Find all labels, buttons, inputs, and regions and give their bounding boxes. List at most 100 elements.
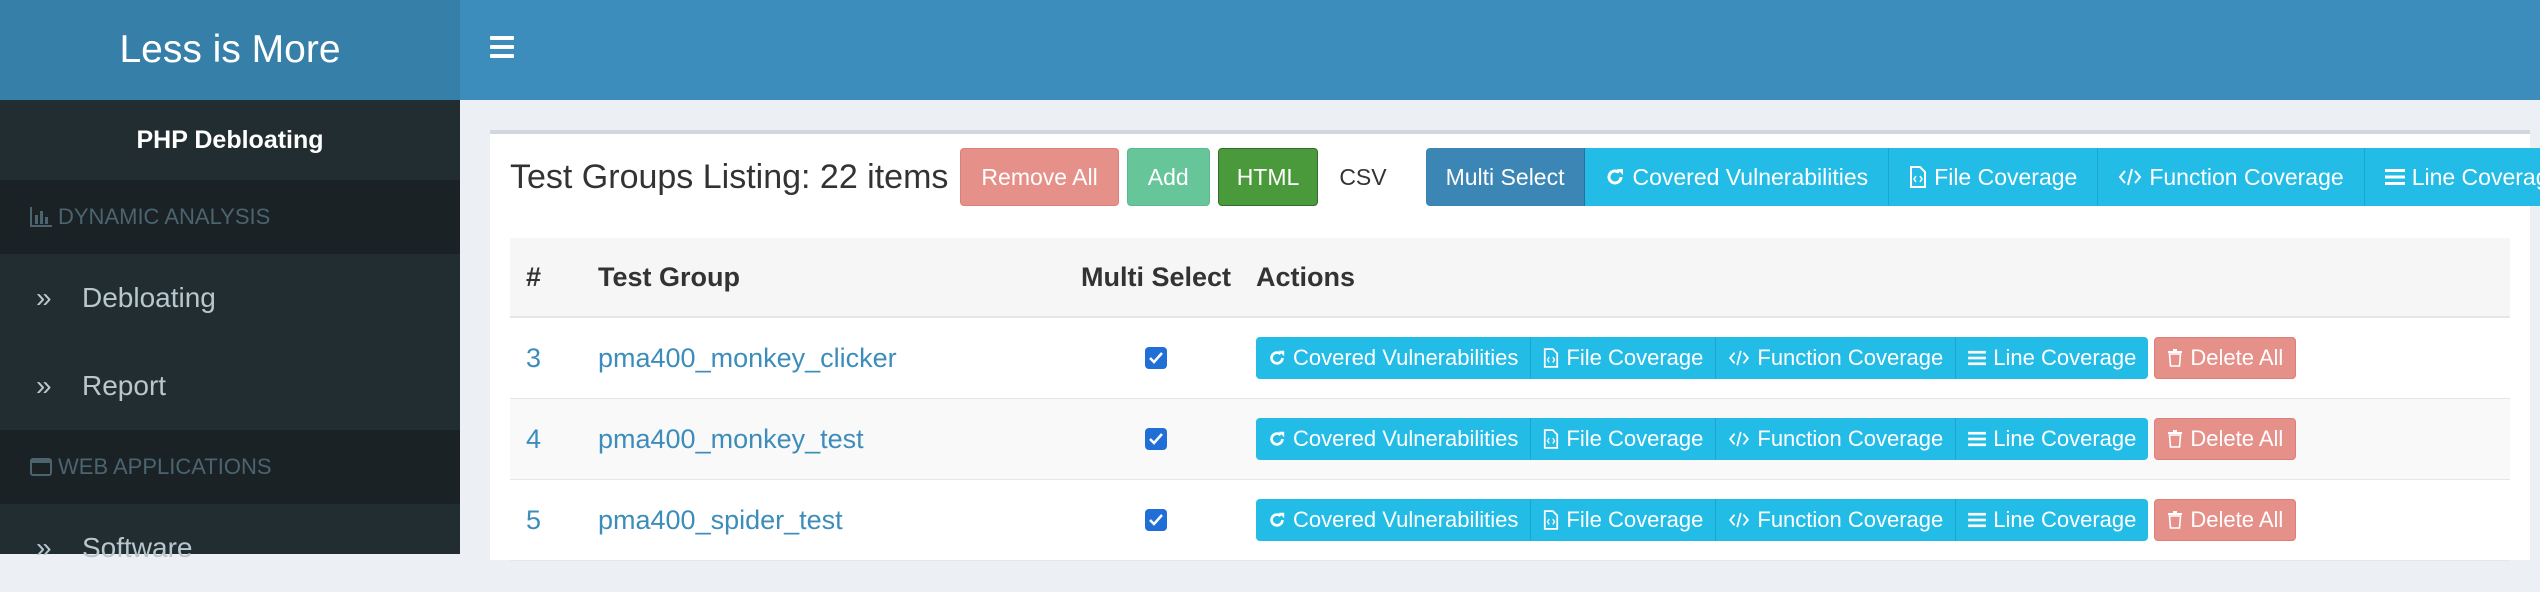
multi-select-checkbox[interactable] <box>1145 347 1167 369</box>
row-action-group: Covered Vulnerabilities File Coverage Func… <box>1256 337 2149 379</box>
line-coverage-button[interactable]: Line Coverage <box>1956 337 2149 379</box>
actions-cell: Covered Vulnerabilities File Coverage Func… <box>1256 337 2297 379</box>
row-action-group: Covered Vulnerabilities File Coverage Func… <box>1256 499 2149 541</box>
hamburger-menu-icon[interactable] <box>490 36 514 62</box>
app-logo[interactable]: Less is More <box>0 0 460 100</box>
table-header: # Test Group Multi Select Actions <box>510 238 2510 318</box>
function-coverage-button[interactable]: Function Coverage <box>1716 337 1957 379</box>
button-label: Function Coverage <box>1757 426 1944 451</box>
button-label: Covered Vulnerabilities <box>1293 426 1519 451</box>
button-label: Multi Select <box>1445 163 1565 190</box>
button-label: Line Coverage <box>1993 345 2137 370</box>
code-icon <box>1729 431 1750 447</box>
test-group-link[interactable]: pma400_spider_test <box>598 505 843 536</box>
top-navbar <box>460 0 2540 100</box>
code-icon <box>1729 350 1750 366</box>
align-justify-icon <box>1968 512 1987 528</box>
refresh-icon <box>1270 350 1285 365</box>
sidebar-header-label: DYNAMIC ANALYSIS <box>58 204 271 229</box>
sidebar-item-label: Debloating <box>82 282 216 313</box>
delete-all-button[interactable]: Delete All <box>2154 337 2297 379</box>
multi-select-checkbox[interactable] <box>1145 509 1167 531</box>
column-header-number: # <box>526 261 542 292</box>
multi-select-checkbox[interactable] <box>1145 428 1167 450</box>
code-icon <box>1729 512 1750 528</box>
file-coverage-button[interactable]: File Coverage <box>1889 148 2099 206</box>
row-id-link[interactable]: 5 <box>526 505 541 536</box>
button-label: Covered Vulnerabilities <box>1632 163 1869 190</box>
button-label: Covered Vulnerabilities <box>1293 345 1519 370</box>
file-coverage-button[interactable]: File Coverage <box>1531 337 1717 379</box>
button-label: Line Coverage <box>2411 163 2540 190</box>
multi-select-button[interactable]: Multi Select <box>1425 148 1586 206</box>
file-coverage-button[interactable]: File Coverage <box>1531 499 1717 541</box>
function-coverage-button[interactable]: Function Coverage <box>2098 148 2365 206</box>
add-button[interactable]: Add <box>1126 148 1210 206</box>
code-icon <box>2119 168 2142 186</box>
html-export-button[interactable]: HTML <box>1217 148 1319 206</box>
sidebar-item-report[interactable]: » Report <box>0 342 460 430</box>
actions-cell: Covered Vulnerabilities File Coverage Func… <box>1256 418 2297 460</box>
file-coverage-button[interactable]: File Coverage <box>1531 418 1717 460</box>
double-chevron-right-icon: » <box>36 370 52 401</box>
button-label: File Coverage <box>1566 507 1704 532</box>
trash-icon <box>2168 430 2183 448</box>
checkmark-icon <box>1149 433 1163 445</box>
line-coverage-button[interactable]: Line Coverage <box>1956 418 2149 460</box>
test-group-link[interactable]: pma400_monkey_test <box>598 424 864 455</box>
file-code-icon <box>1544 510 1559 530</box>
row-action-group: Covered Vulnerabilities File Coverage Func… <box>1256 418 2149 460</box>
refresh-icon <box>1608 169 1624 185</box>
sidebar-item-label: Software <box>82 532 193 563</box>
function-coverage-button[interactable]: Function Coverage <box>1716 418 1957 460</box>
sidebar-header-dynamic-analysis: DYNAMIC ANALYSIS <box>0 180 460 254</box>
sidebar-item-label: Report <box>82 370 167 401</box>
file-code-icon <box>1910 166 1927 188</box>
remove-all-button[interactable]: Remove All <box>960 148 1119 206</box>
covered-vulnerabilities-button[interactable]: Covered Vulnerabilities <box>1256 499 1532 541</box>
button-label: File Coverage <box>1566 426 1704 451</box>
csv-export-button[interactable]: CSV <box>1318 148 1408 206</box>
page-title: Test Groups Listing: 22 items <box>510 157 949 196</box>
delete-all-button[interactable]: Delete All <box>2154 418 2297 460</box>
refresh-icon <box>1270 431 1285 446</box>
line-coverage-button[interactable]: Line Coverage <box>1956 499 2149 541</box>
button-label: Line Coverage <box>1993 507 2137 532</box>
table-row: 4 pma400_monkey_test Covered Vulnerabiliti… <box>510 399 2510 480</box>
button-label: File Coverage <box>1934 163 2078 190</box>
button-label: Delete All <box>2190 345 2284 370</box>
line-coverage-button[interactable]: Line Coverage <box>2364 148 2540 206</box>
align-justify-icon <box>2384 169 2405 185</box>
toolbar: Test Groups Listing: 22 items Remove All… <box>510 146 2540 208</box>
row-id-link[interactable]: 4 <box>526 424 541 455</box>
button-label: Delete All <box>2190 426 2284 451</box>
covered-vulnerabilities-button[interactable]: Covered Vulnerabilities <box>1256 418 1532 460</box>
sidebar-item-debloating[interactable]: » Debloating <box>0 254 460 342</box>
covered-vulnerabilities-button[interactable]: Covered Vulnerabilities <box>1585 148 1890 206</box>
covered-vulnerabilities-button[interactable]: Covered Vulnerabilities <box>1256 337 1532 379</box>
double-chevron-right-icon: » <box>36 532 52 563</box>
column-header-actions: Actions <box>1256 261 1356 292</box>
sidebar-header-label: WEB APPLICATIONS <box>58 454 272 479</box>
test-group-link[interactable]: pma400_monkey_clicker <box>598 343 897 374</box>
align-justify-icon <box>1968 431 1987 447</box>
function-coverage-button[interactable]: Function Coverage <box>1716 499 1957 541</box>
file-code-icon <box>1544 429 1559 449</box>
button-label: Line Coverage <box>1993 426 2137 451</box>
checkmark-icon <box>1149 514 1163 526</box>
row-id-link[interactable]: 3 <box>526 343 541 374</box>
multi-select-cell <box>1050 509 1262 531</box>
actions-cell: Covered Vulnerabilities File Coverage Func… <box>1256 499 2297 541</box>
sidebar: PHP Debloating DYNAMIC ANALYSIS » Debloa… <box>0 100 460 563</box>
sidebar-header-web-applications: WEB APPLICATIONS <box>0 430 460 504</box>
button-label: Function Coverage <box>2149 163 2344 190</box>
multi-select-cell <box>1050 428 1262 450</box>
test-groups-box: Test Groups Listing: 22 items Remove All… <box>490 130 2540 561</box>
bar-chart-icon <box>30 207 52 227</box>
trash-icon <box>2168 511 2183 529</box>
sidebar-item-software[interactable]: » Software <box>0 504 460 592</box>
test-groups-table: # Test Group Multi Select Actions 3 pma40… <box>510 238 2510 561</box>
align-justify-icon <box>1968 350 1987 366</box>
delete-all-button[interactable]: Delete All <box>2154 499 2297 541</box>
button-label: Delete All <box>2190 507 2284 532</box>
